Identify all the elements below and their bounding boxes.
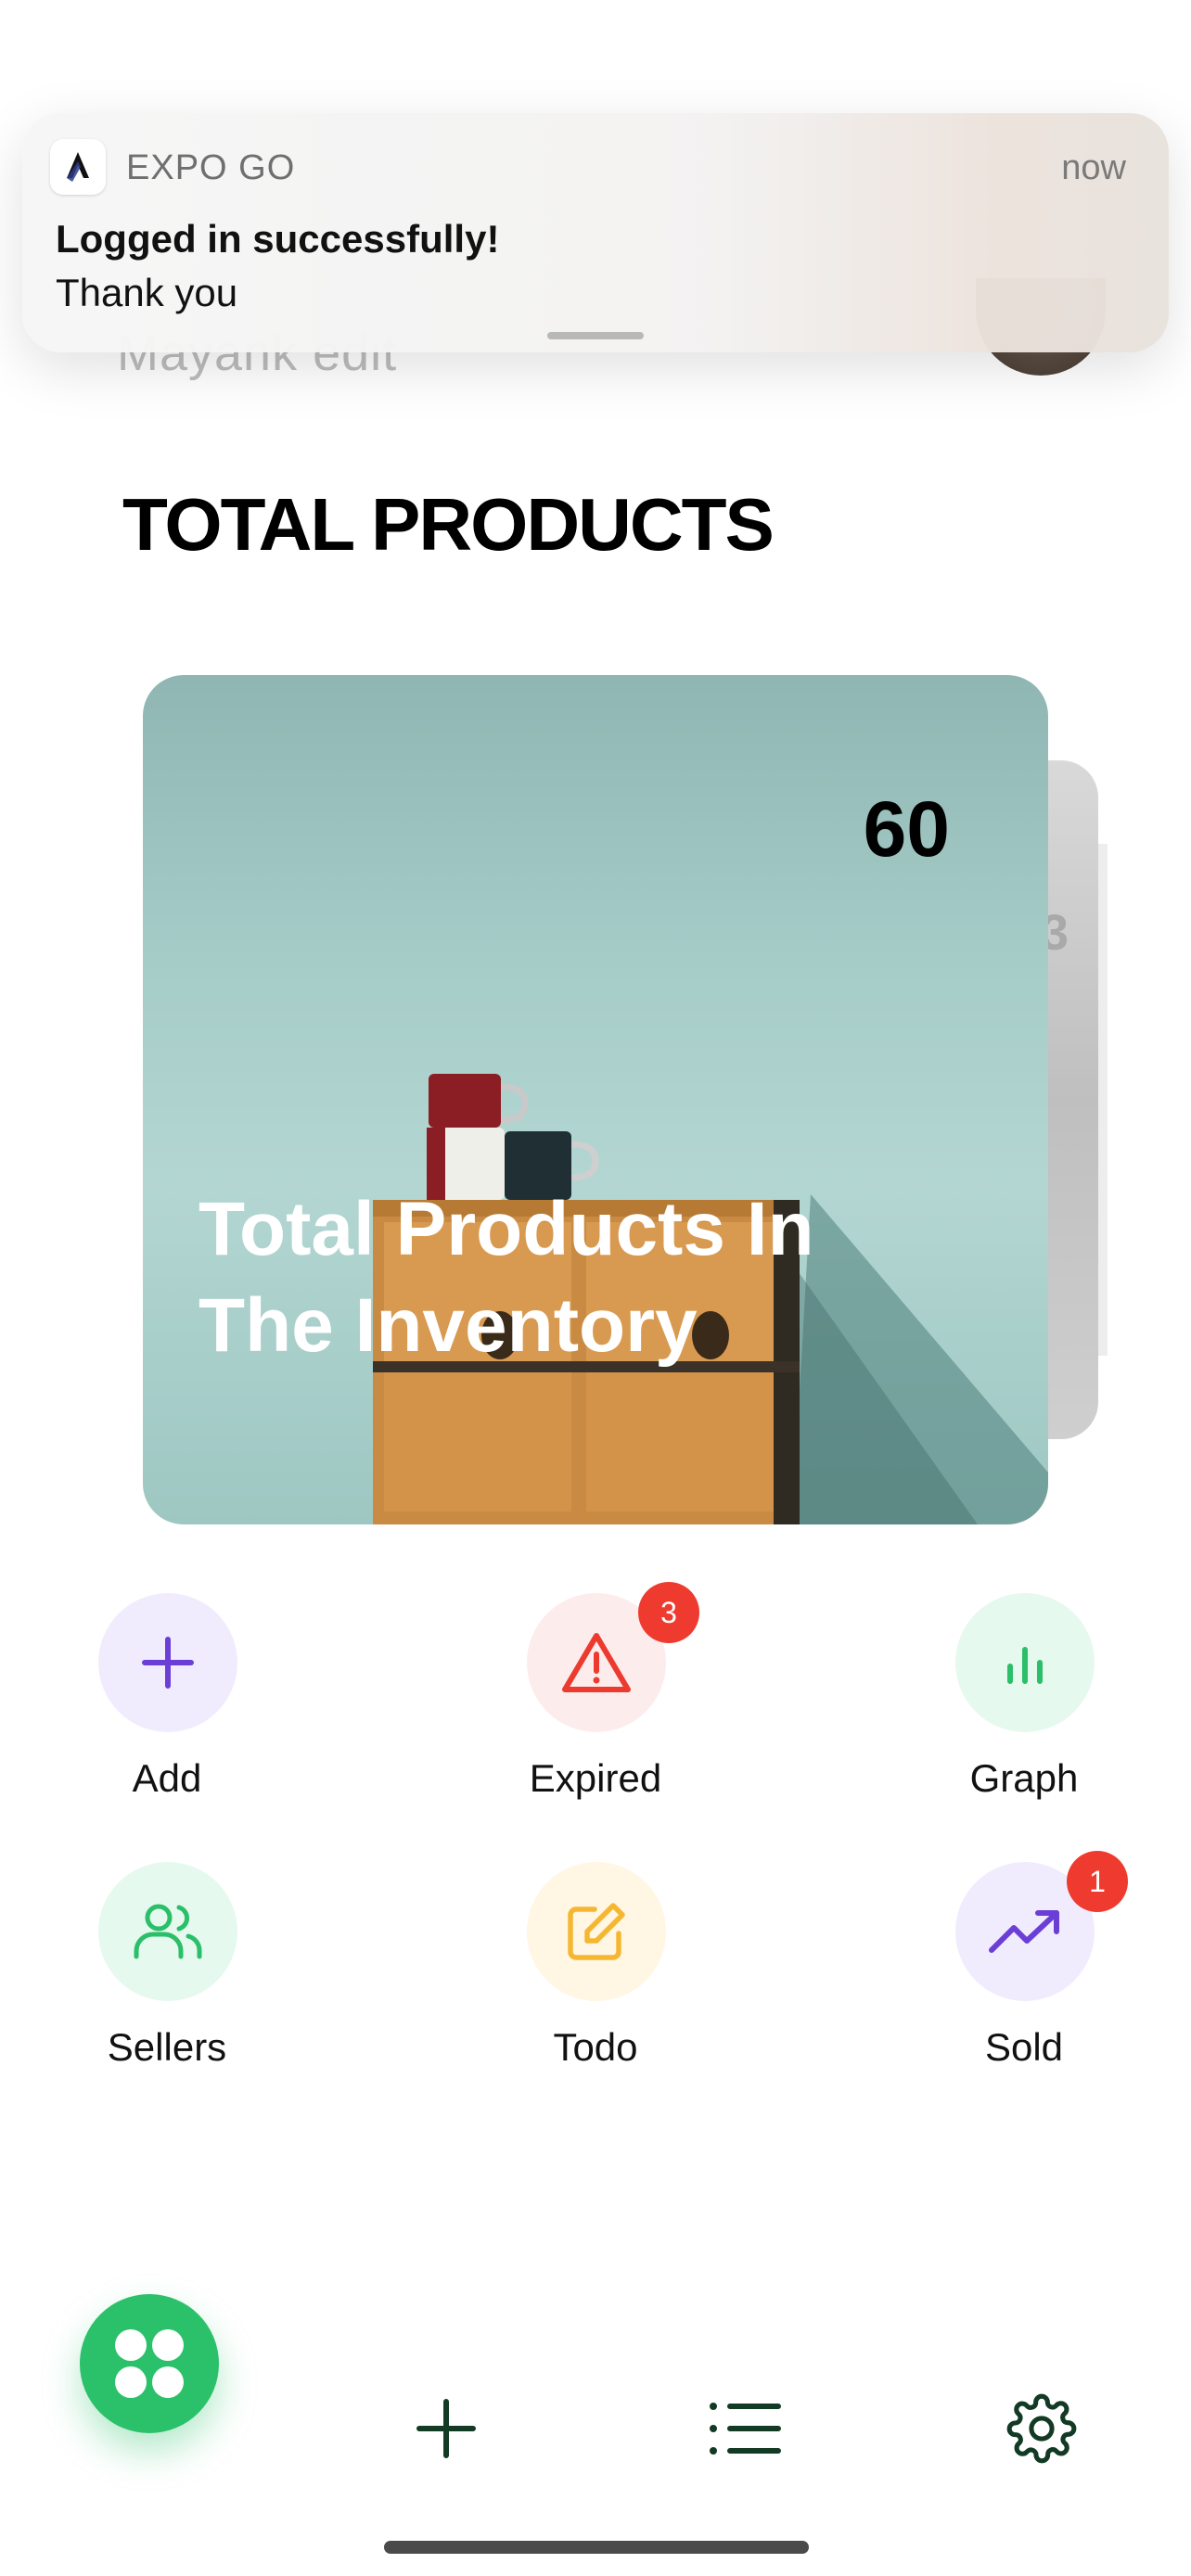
total-products-card[interactable]: 60 Total Products In The Inventory — [143, 675, 1048, 1524]
bar-chart-icon — [1007, 1647, 1043, 1684]
graph-button[interactable] — [955, 1593, 1095, 1732]
notification-body: Thank you — [56, 271, 238, 314]
action-graph[interactable]: Graph — [885, 1593, 1163, 1806]
action-label: Sold — [984, 2025, 1064, 2069]
sold-badge: 1 — [1067, 1851, 1128, 1912]
action-label: Sellers — [107, 2025, 227, 2069]
notification-grabber[interactable] — [547, 332, 644, 339]
expired-badge: 3 — [638, 1582, 699, 1643]
nav-add-button[interactable] — [404, 2387, 488, 2470]
trending-up-icon — [989, 1910, 1059, 1953]
settings-icon — [1006, 2393, 1077, 2464]
nav-settings-button[interactable] — [1000, 2387, 1083, 2470]
action-label: Graph — [969, 1756, 1079, 1800]
todo-button[interactable] — [527, 1862, 666, 2001]
action-label: Expired — [529, 1756, 662, 1800]
screen: Mayank edit EXPO GO now Logged in succes… — [0, 0, 1191, 2576]
notification-banner[interactable]: EXPO GO now Logged in successfully! Than… — [22, 113, 1169, 352]
expo-go-icon — [50, 139, 106, 195]
plus-icon — [142, 1637, 194, 1689]
action-label: Todo — [553, 2025, 638, 2069]
notification-app-name: EXPO GO — [126, 148, 296, 187]
notification-time: now — [1061, 148, 1126, 187]
home-indicator[interactable] — [384, 2541, 809, 2554]
users-icon — [134, 1904, 202, 1959]
notification-title: Logged in successfully! — [56, 217, 500, 261]
plus-icon — [416, 2399, 476, 2458]
menu-fab-button[interactable] — [80, 2294, 219, 2433]
action-sold[interactable]: 1 Sold — [885, 1851, 1163, 2075]
carousel-card-edge — [1098, 844, 1108, 1356]
action-label: Add — [132, 1756, 202, 1800]
action-sellers[interactable]: Sellers — [28, 1862, 306, 2075]
product-count: 60 — [863, 785, 950, 873]
add-button[interactable] — [98, 1593, 237, 1732]
action-todo[interactable]: Todo — [456, 1862, 735, 2075]
edit-icon — [568, 1903, 625, 1960]
action-expired[interactable]: 3 Expired — [456, 1582, 735, 1806]
list-icon — [710, 2403, 781, 2455]
nav-list-button[interactable] — [703, 2387, 787, 2470]
card-caption: Total Products In The Inventory — [198, 1187, 814, 1368]
page-title: TOTAL PRODUCTS — [122, 483, 775, 566]
alert-triangle-icon — [562, 1633, 631, 1692]
sellers-button[interactable] — [98, 1862, 237, 2001]
action-add[interactable]: Add — [28, 1593, 306, 1806]
